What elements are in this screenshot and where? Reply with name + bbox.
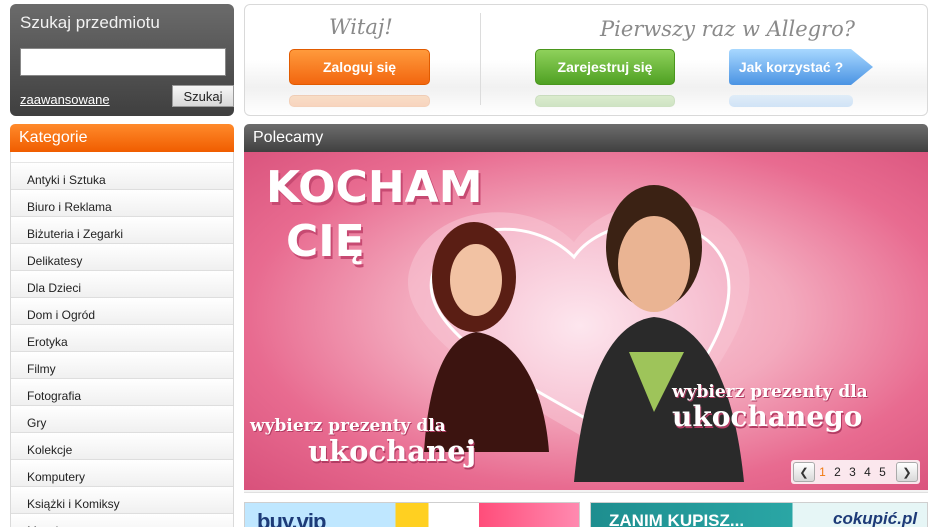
page-link-4[interactable]: 4: [860, 465, 875, 479]
banner-headline-2: CIĘ: [286, 216, 365, 267]
advanced-search-link[interactable]: zaawansowane: [20, 92, 110, 107]
right-caption-line1: wybierz prezenty dla: [672, 382, 868, 402]
banner-headline-1: KOCHAM: [266, 162, 483, 213]
category-item[interactable]: Książki i Komiksy: [11, 487, 233, 514]
category-item[interactable]: Dla Dzieci: [11, 271, 233, 298]
chevron-left-icon[interactable]: ❮: [793, 462, 815, 482]
category-item[interactable]: Komputery: [11, 460, 233, 487]
banner-bottom-border: [244, 490, 928, 493]
welcome-divider: [480, 13, 481, 105]
banner-pager: ❮ 1 2 3 4 5 ❯: [791, 460, 920, 484]
search-title: Szukaj przedmiotu: [20, 13, 160, 32]
category-item[interactable]: Dom i Ogród: [11, 298, 233, 325]
page-link-5[interactable]: 5: [875, 465, 890, 479]
categories-header: Kategorie: [10, 124, 234, 152]
promo-right-text: ZANIM KUPISZ...: [609, 511, 745, 527]
category-item[interactable]: Fotografia: [11, 379, 233, 406]
category-item[interactable]: Muzyka: [11, 514, 233, 527]
welcome-heading: Witaj!: [329, 15, 393, 39]
category-item[interactable]: Antyki i Sztuka: [11, 162, 233, 190]
category-item[interactable]: Biuro i Reklama: [11, 190, 233, 217]
search-panel: Szukaj przedmiotu zaawansowane Szukaj: [10, 4, 234, 116]
promo-left-text: buy.vip: [257, 509, 326, 527]
promo-right-brand: cokupić.pl: [833, 509, 918, 527]
promo-banner-right[interactable]: ZANIM KUPISZ... cokupić.pl: [590, 502, 928, 527]
howto-button-reflection: [729, 95, 853, 107]
category-item[interactable]: Delikatesy: [11, 244, 233, 271]
promo-banner-left[interactable]: buy.vip: [244, 502, 580, 527]
featured-header: Polecamy: [244, 124, 928, 152]
category-item[interactable]: Erotyka: [11, 325, 233, 352]
register-button[interactable]: Zarejestruj się: [535, 49, 675, 85]
category-item[interactable]: Biżuteria i Zegarki: [11, 217, 233, 244]
welcome-panel: Witaj! Zaloguj się Pierwszy raz w Allegr…: [244, 4, 928, 116]
left-caption-line1: wybierz prezenty dla: [250, 416, 446, 436]
left-caption-line2: ukochanej: [308, 434, 477, 468]
categories-list: Antyki i Sztuka Biuro i Reklama Biżuteri…: [10, 152, 234, 527]
login-button[interactable]: Zaloguj się: [289, 49, 430, 85]
category-item[interactable]: Gry: [11, 406, 233, 433]
featured-banner[interactable]: KOCHAM CIĘ wybierz prezenty dla ukochane…: [244, 152, 928, 490]
category-item[interactable]: Filmy: [11, 352, 233, 379]
page-link-1[interactable]: 1: [815, 465, 830, 479]
search-button[interactable]: Szukaj: [172, 85, 234, 107]
page-link-2[interactable]: 2: [830, 465, 845, 479]
chevron-right-icon[interactable]: ❯: [896, 462, 918, 482]
page-link-3[interactable]: 3: [845, 465, 860, 479]
first-time-heading: Pierwszy raz w Allegro?: [600, 17, 856, 41]
category-item[interactable]: Kolekcje: [11, 433, 233, 460]
login-button-reflection: [289, 95, 430, 107]
search-input[interactable]: [20, 48, 226, 76]
right-caption-line2: ukochanego: [672, 400, 863, 433]
howto-button[interactable]: Jak korzystać ?: [729, 49, 853, 85]
register-button-reflection: [535, 95, 675, 107]
